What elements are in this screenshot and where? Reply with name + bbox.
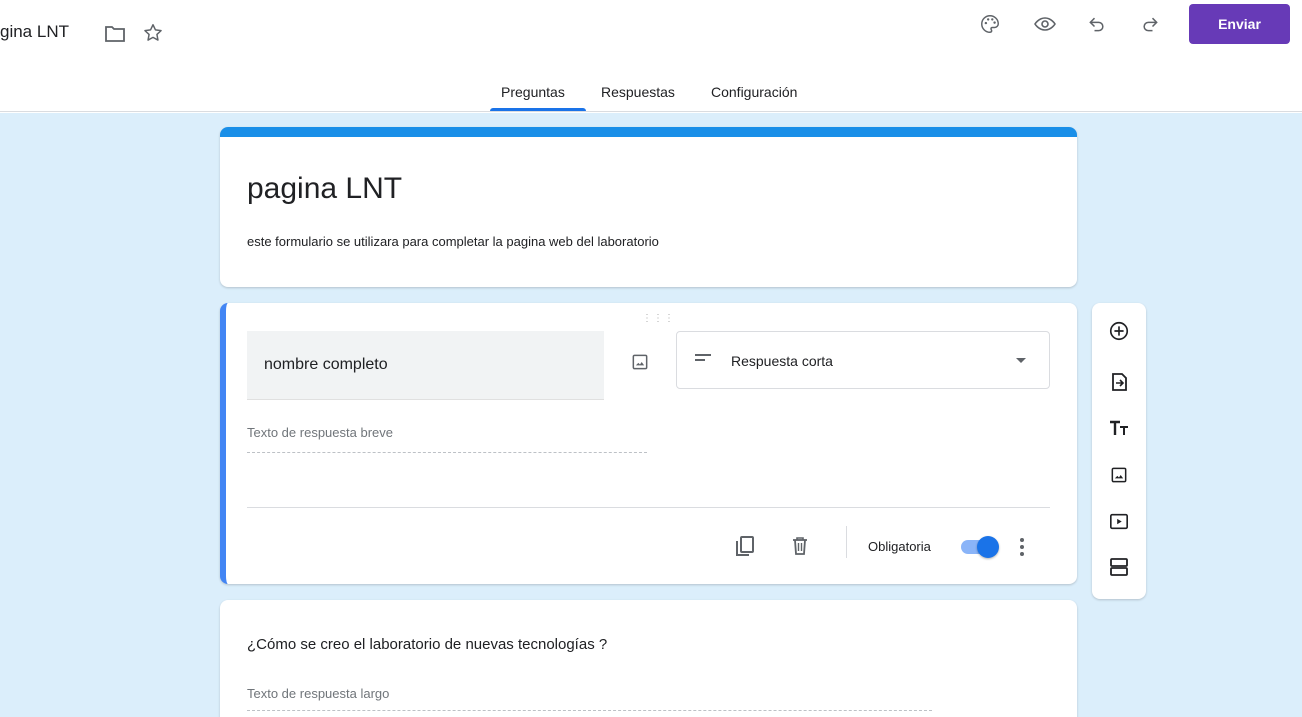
- required-label: Obligatoria: [868, 539, 931, 554]
- add-image-icon[interactable]: [1107, 463, 1131, 487]
- answer-placeholder: Texto de respuesta largo: [247, 686, 390, 701]
- star-icon[interactable]: [141, 21, 165, 45]
- divider: [247, 507, 1050, 508]
- toggle-knob: [977, 536, 999, 558]
- palette-icon[interactable]: [978, 12, 1002, 36]
- question-type-dropdown[interactable]: Respuesta corta: [676, 331, 1050, 389]
- add-video-icon[interactable]: [1107, 510, 1131, 534]
- add-section-icon[interactable]: [1107, 555, 1131, 579]
- document-title[interactable]: gina LNT: [0, 22, 69, 42]
- answer-placeholder: Texto de respuesta breve: [247, 425, 393, 440]
- question-card[interactable]: ¿Cómo se creo el laboratorio de nuevas t…: [220, 600, 1077, 717]
- folder-icon[interactable]: [103, 22, 127, 46]
- more-options-icon[interactable]: [1016, 535, 1028, 559]
- import-questions-icon[interactable]: [1107, 370, 1131, 394]
- form-header-card[interactable]: pagina LNT este formulario se utilizara …: [220, 127, 1077, 287]
- active-tab-indicator: [490, 108, 586, 111]
- redo-icon[interactable]: [1138, 12, 1162, 36]
- answer-underline: [247, 452, 647, 453]
- tab-responses[interactable]: Respuestas: [601, 84, 675, 100]
- floating-toolbar: [1092, 303, 1146, 599]
- tab-settings[interactable]: Configuración: [711, 84, 797, 100]
- duplicate-icon[interactable]: [733, 534, 757, 558]
- answer-underline: [247, 710, 932, 711]
- add-question-icon[interactable]: [1107, 319, 1131, 343]
- form-description[interactable]: este formulario se utilizara para comple…: [247, 234, 659, 249]
- drag-handle-icon[interactable]: ⋮⋮⋮: [642, 313, 675, 324]
- footer-separator: [846, 526, 847, 558]
- short-answer-icon: [695, 354, 711, 361]
- send-button[interactable]: Enviar: [1189, 4, 1290, 44]
- delete-icon[interactable]: [788, 534, 812, 558]
- undo-icon[interactable]: [1085, 12, 1109, 36]
- required-toggle[interactable]: [959, 536, 999, 558]
- question-type-label: Respuesta corta: [731, 353, 833, 369]
- form-editor-area: pagina LNT este formulario se utilizara …: [0, 113, 1302, 717]
- question-card-active[interactable]: ⋮⋮⋮ nombre completo Respuesta corta Text…: [220, 303, 1077, 584]
- tab-questions[interactable]: Preguntas: [501, 84, 565, 100]
- question-title[interactable]: ¿Cómo se creo el laboratorio de nuevas t…: [247, 636, 607, 653]
- add-image-icon[interactable]: [628, 350, 652, 374]
- app-header: gina LNT Enviar Preguntas Respuestas Con…: [0, 0, 1302, 112]
- form-title[interactable]: pagina LNT: [247, 172, 402, 206]
- add-title-icon[interactable]: [1107, 416, 1131, 440]
- question-title-input[interactable]: nombre completo: [247, 331, 604, 400]
- preview-icon[interactable]: [1033, 12, 1057, 36]
- chevron-down-icon: [1016, 358, 1026, 363]
